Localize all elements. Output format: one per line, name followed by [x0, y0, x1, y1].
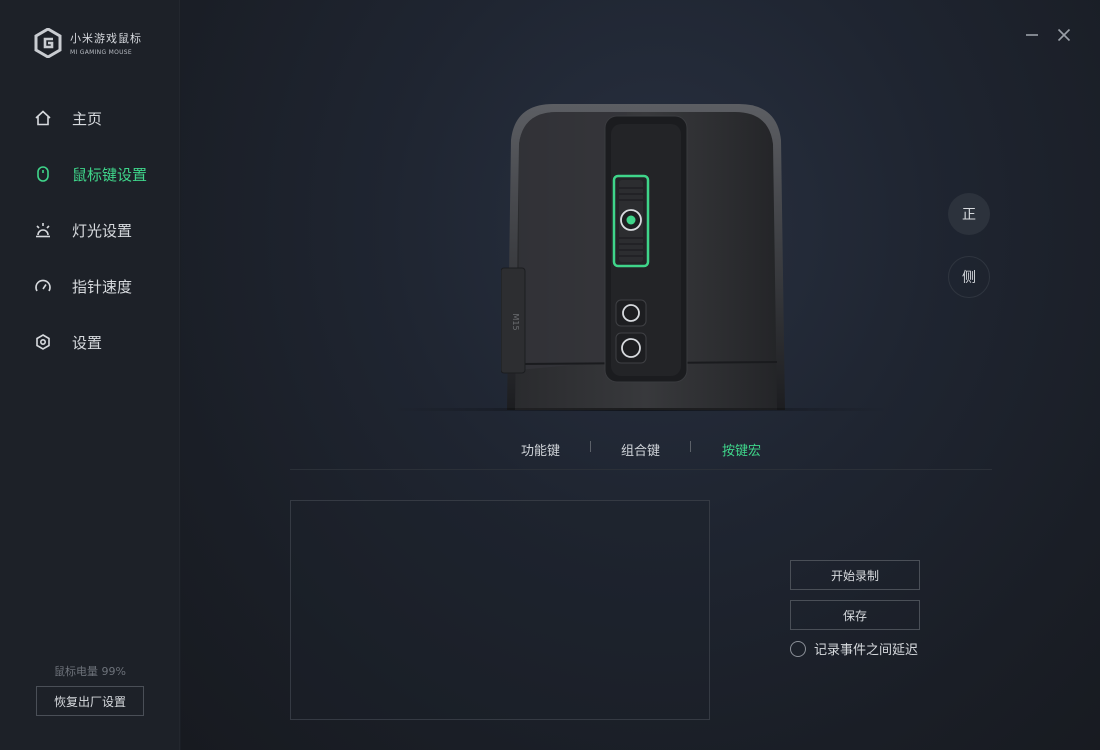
hex-gear-icon	[34, 333, 52, 351]
light-icon	[34, 221, 52, 239]
mouse-icon	[34, 165, 52, 183]
sidebar-item-label: 鼠标键设置	[72, 165, 148, 184]
sidebar-item-label: 指针速度	[72, 277, 133, 296]
sidebar-nav: 主页 鼠标键设置 灯光设置 指针速度 设置	[0, 90, 180, 370]
speedometer-icon	[34, 277, 52, 295]
battery-status: 鼠标电量 99%	[54, 665, 126, 678]
sidebar-item-home[interactable]: 主页	[0, 90, 180, 146]
record-delay-label: 记录事件之间延迟	[814, 643, 919, 658]
mouse-model-text: M15	[511, 313, 520, 330]
sidebar-item-pointer-speed[interactable]: 指针速度	[0, 258, 180, 314]
tab-macro[interactable]: 按键宏	[722, 440, 761, 459]
tab-function-keys[interactable]: 功能键	[521, 440, 560, 459]
tab-combo-keys[interactable]: 组合键	[621, 440, 660, 459]
minimize-button[interactable]	[1023, 26, 1041, 44]
minimize-icon	[1026, 34, 1038, 36]
brand-name-en: MI GAMING MOUSE	[70, 49, 132, 56]
record-delay-radio[interactable]	[790, 640, 806, 657]
sidebar-item-lighting[interactable]: 灯光设置	[0, 202, 180, 258]
start-recording-button[interactable]: 开始录制	[790, 560, 920, 590]
home-icon	[34, 109, 52, 127]
save-button[interactable]: 保存	[790, 600, 920, 630]
sidebar-item-label: 主页	[72, 109, 103, 128]
record-delay-option[interactable]: 记录事件之间延迟	[790, 639, 918, 658]
close-button[interactable]	[1055, 26, 1073, 44]
sidebar-item-label: 灯光设置	[72, 221, 133, 240]
front-view-button[interactable]: 正	[948, 193, 990, 235]
sidebar-item-settings[interactable]: 设置	[0, 314, 180, 370]
brand-name-cn: 小米游戏鼠标	[70, 32, 142, 45]
mouse-shadow	[391, 408, 891, 411]
main-panel: M15 正 侧 功能键 组合键 按键宏 开始录制 保存 记录事件之间延迟	[181, 0, 1100, 750]
tab-divider	[690, 441, 691, 452]
sidebar-item-label: 设置	[72, 333, 103, 352]
sidebar: 小米游戏鼠标 MI GAMING MOUSE 主页 鼠标键设置 灯光设置 指针速…	[0, 0, 180, 750]
factory-reset-button[interactable]: 恢复出厂设置	[36, 686, 144, 716]
mouse-image: M15	[500, 104, 785, 410]
mouse-illustration: M15	[500, 100, 791, 410]
brand-logo-icon	[34, 28, 62, 58]
close-icon	[1057, 28, 1071, 42]
side-view-button[interactable]: 侧	[948, 256, 990, 298]
sidebar-item-mouse-buttons[interactable]: 鼠标键设置	[0, 146, 180, 202]
tab-divider	[590, 441, 591, 452]
macro-event-list[interactable]	[290, 500, 710, 720]
function-tabs: 功能键 组合键 按键宏	[290, 432, 992, 470]
app-logo: 小米游戏鼠标 MI GAMING MOUSE	[34, 28, 142, 58]
